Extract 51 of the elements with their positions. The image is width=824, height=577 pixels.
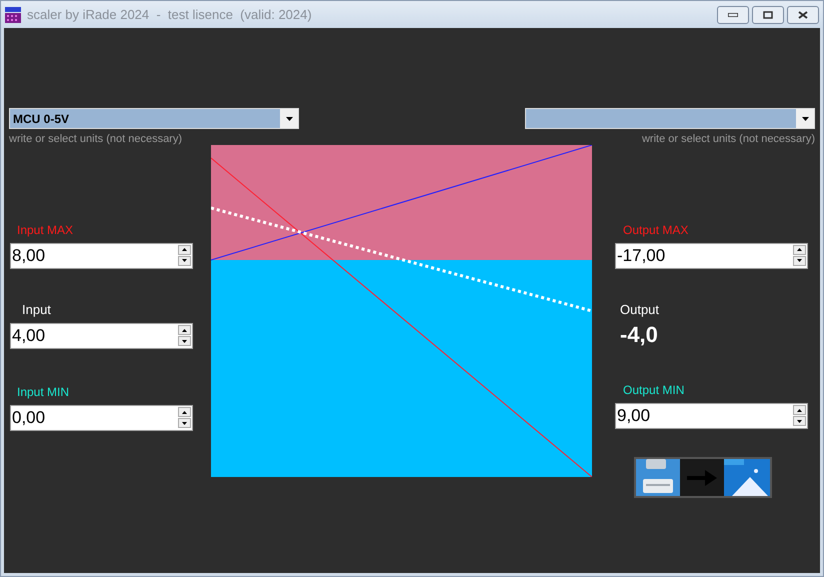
output-value: -4,0: [619, 323, 658, 347]
field-label: Input MAX: [16, 222, 74, 238]
units-hint: write or select units (not necessary): [640, 132, 815, 147]
spin-down-button[interactable]: [793, 256, 806, 266]
dropdown-value: MCU 0-5V: [12, 110, 70, 128]
minimize-button[interactable]: [717, 6, 749, 24]
spin-down-button[interactable]: [178, 256, 191, 266]
up-caret-icon: [182, 328, 187, 332]
units-hint: write or select units (not necessary): [9, 132, 184, 147]
down-caret-icon: [182, 259, 187, 262]
number-field[interactable]: 0,00: [10, 405, 193, 431]
close-icon: [798, 10, 808, 18]
spin-up-button[interactable]: [178, 244, 191, 254]
field-label: Output MIN: [622, 382, 684, 399]
caret-icon: [802, 116, 808, 120]
up-caret-icon: [182, 248, 187, 251]
field-label: Output MAX: [622, 222, 688, 238]
spin-up-button[interactable]: [793, 244, 806, 254]
field-label: Input MIN: [16, 384, 70, 401]
dropdown-button[interactable]: [796, 109, 814, 128]
number-field[interactable]: -17,00: [615, 242, 808, 268]
number-field[interactable]: 4,00: [10, 323, 193, 349]
units-dropdown[interactable]: MCU 0-5V: [9, 108, 299, 129]
up-caret-icon: [797, 408, 802, 412]
field-label: Input: [21, 300, 51, 319]
restore-icon: [763, 10, 773, 18]
number-field[interactable]: 9,00: [615, 403, 808, 429]
field-label: Output: [619, 300, 660, 319]
maximize-button[interactable]: [752, 6, 784, 24]
app-icon: [5, 6, 21, 22]
up-caret-icon: [182, 410, 187, 414]
down-caret-icon: [797, 259, 802, 262]
down-caret-icon: [182, 422, 187, 424]
window-title: scaler by iRade 2024 - test lisence (valid: 2024): [27, 6, 312, 24]
picture-folder-icon: [724, 459, 770, 496]
spin-down-button[interactable]: [178, 336, 191, 346]
minimize-icon: [728, 12, 738, 16]
save-to-folder-button[interactable]: [634, 457, 772, 498]
up-caret-icon: [797, 248, 802, 251]
spin-up-button[interactable]: [178, 325, 191, 335]
close-button[interactable]: [787, 6, 819, 24]
spin-up-button[interactable]: [178, 407, 191, 417]
spin-down-button[interactable]: [178, 418, 191, 428]
down-caret-icon: [797, 420, 802, 422]
down-caret-icon: [182, 340, 187, 342]
spin-up-button[interactable]: [793, 405, 806, 415]
arrow-right-icon: [687, 470, 717, 486]
dropdown-button[interactable]: [280, 109, 298, 128]
caret-icon: [286, 116, 292, 120]
number-field[interactable]: 8,00: [10, 242, 193, 268]
spin-down-button[interactable]: [793, 416, 806, 426]
